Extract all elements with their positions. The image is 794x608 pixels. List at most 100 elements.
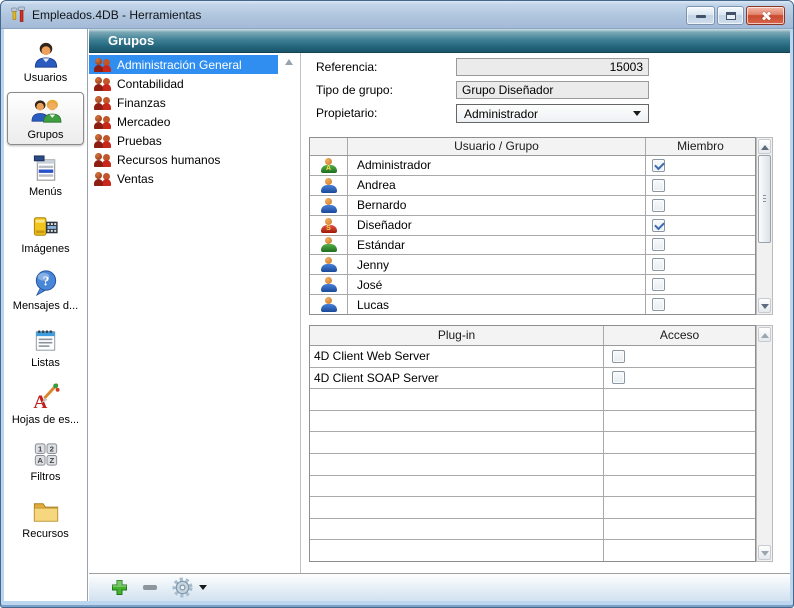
remove-group-button[interactable] bbox=[143, 585, 157, 590]
user-row[interactable]: Estándar bbox=[310, 236, 755, 256]
sidebar-item-imagenes[interactable]: Imágenes bbox=[7, 206, 84, 259]
scrollbar-thumb[interactable] bbox=[758, 155, 771, 243]
group-icon bbox=[94, 153, 111, 167]
member-checkbox[interactable] bbox=[652, 219, 665, 232]
sidebar-item-recursos[interactable]: Recursos bbox=[7, 491, 84, 544]
propietario-label: Propietario: bbox=[316, 106, 377, 120]
svg-text:1: 1 bbox=[38, 444, 43, 453]
settings-menu-button[interactable] bbox=[172, 577, 207, 598]
miembro-column-header: Miembro bbox=[646, 138, 755, 155]
maximize-icon bbox=[726, 12, 736, 20]
minus-icon bbox=[143, 585, 157, 590]
svg-text:A: A bbox=[37, 456, 43, 465]
scroll-up-icon[interactable] bbox=[283, 57, 295, 67]
svg-text:Z: Z bbox=[49, 456, 54, 465]
propietario-dropdown[interactable]: Administrador bbox=[456, 104, 649, 123]
titlebar[interactable]: Empleados.4DB - Herramientas bbox=[1, 1, 793, 29]
user-name: Diseñador bbox=[348, 216, 646, 235]
plugins-table-header: Plug-in Acceso bbox=[310, 326, 755, 346]
page-title: Grupos bbox=[89, 29, 790, 53]
group-label: Ventas bbox=[117, 172, 154, 186]
referencia-label: Referencia: bbox=[316, 60, 377, 74]
user-icon bbox=[320, 297, 338, 312]
bottom-toolbar bbox=[89, 573, 790, 601]
group-icon bbox=[94, 134, 111, 148]
user-name: Lucas bbox=[348, 295, 646, 314]
group-list: Administración General Contabilidad Fina… bbox=[89, 53, 301, 573]
member-checkbox[interactable] bbox=[652, 298, 665, 311]
app-icon bbox=[9, 6, 26, 23]
svg-text:?: ? bbox=[42, 273, 49, 288]
add-group-button[interactable] bbox=[111, 579, 128, 596]
tipo-de-grupo-label: Tipo de grupo: bbox=[316, 83, 393, 97]
group-list-item[interactable]: Administración General bbox=[89, 55, 278, 74]
user-row[interactable]: José bbox=[310, 275, 755, 295]
user-name: Estándar bbox=[348, 236, 646, 255]
app-window: Empleados.4DB - Herramientas Usuarios bbox=[0, 0, 794, 608]
user-icon bbox=[320, 277, 338, 292]
group-list-item[interactable]: Mercadeo bbox=[89, 112, 278, 131]
user-icon bbox=[320, 257, 338, 272]
member-checkbox[interactable] bbox=[652, 258, 665, 271]
plugin-row[interactable]: 4D Client Web Server bbox=[310, 346, 755, 368]
sidebar-item-label: Usuarios bbox=[24, 72, 67, 84]
user-row[interactable]: Bernardo bbox=[310, 196, 755, 216]
group-list-item[interactable]: Pruebas bbox=[89, 131, 278, 150]
sidebar-item-mensajes[interactable]: ? Mensajes d... bbox=[7, 263, 84, 316]
sidebar-item-label: Grupos bbox=[27, 129, 63, 141]
member-checkbox[interactable] bbox=[652, 199, 665, 212]
sidebar-item-grupos[interactable]: Grupos bbox=[7, 92, 84, 145]
minimize-button[interactable] bbox=[686, 6, 715, 25]
user-name: Jenny bbox=[348, 255, 646, 274]
plugin-row[interactable]: 4D Client SOAP Server bbox=[310, 368, 755, 390]
maximize-button[interactable] bbox=[717, 6, 744, 25]
main-panel: Grupos Administración General Contabilid… bbox=[89, 29, 790, 601]
sidebar-item-listas[interactable]: Listas bbox=[7, 320, 84, 373]
group-detail: Referencia: 15003 Tipo de grupo: Grupo D… bbox=[301, 53, 790, 573]
scroll-up-button[interactable] bbox=[758, 139, 771, 154]
member-checkbox[interactable] bbox=[652, 278, 665, 291]
member-checkbox[interactable] bbox=[652, 179, 665, 192]
group-label: Finanzas bbox=[117, 96, 166, 110]
close-button[interactable] bbox=[746, 6, 785, 25]
sidebar-item-usuarios[interactable]: Usuarios bbox=[7, 35, 84, 88]
minimize-icon bbox=[696, 15, 706, 18]
access-checkbox[interactable] bbox=[612, 371, 625, 384]
hojas-de-estilo-icon: A bbox=[29, 382, 63, 413]
group-list-item[interactable]: Finanzas bbox=[89, 93, 278, 112]
group-list-item[interactable]: Contabilidad bbox=[89, 74, 278, 93]
user-row[interactable]: Andrea bbox=[310, 176, 755, 196]
plugins-scrollbar[interactable] bbox=[756, 325, 773, 562]
group-icon bbox=[94, 172, 111, 186]
member-checkbox[interactable] bbox=[652, 238, 665, 251]
propietario-value: Administrador bbox=[464, 107, 538, 121]
users-scrollbar[interactable] bbox=[756, 137, 773, 315]
grupos-icon bbox=[28, 97, 64, 128]
chevron-down-icon bbox=[199, 585, 207, 590]
sidebar-item-menus[interactable]: Menús bbox=[7, 149, 84, 202]
user-row[interactable]: Diseñador bbox=[310, 216, 755, 236]
user-row[interactable]: Administrador bbox=[310, 156, 755, 176]
group-label: Contabilidad bbox=[117, 77, 184, 91]
sidebar: Usuarios Grupos bbox=[4, 29, 88, 601]
sidebar-item-filtros[interactable]: 12AZ Filtros bbox=[7, 434, 84, 487]
group-icon bbox=[94, 77, 111, 91]
sidebar-item-label: Menús bbox=[29, 186, 62, 198]
empty-row bbox=[310, 476, 755, 498]
member-checkbox[interactable] bbox=[652, 159, 665, 172]
imagenes-icon bbox=[29, 211, 63, 242]
user-icon bbox=[320, 198, 338, 213]
scroll-down-button[interactable] bbox=[758, 298, 771, 313]
group-list-item[interactable]: Ventas bbox=[89, 169, 278, 188]
scroll-down-button[interactable] bbox=[758, 545, 771, 560]
sidebar-item-hojas[interactable]: A Hojas de es... bbox=[7, 377, 84, 430]
user-name: Bernardo bbox=[348, 196, 646, 215]
user-row[interactable]: Jenny bbox=[310, 255, 755, 275]
scroll-up-button[interactable] bbox=[758, 327, 771, 342]
group-icon bbox=[94, 96, 111, 110]
user-row[interactable]: Lucas bbox=[310, 295, 755, 314]
access-checkbox[interactable] bbox=[612, 350, 625, 363]
usuario-grupo-column-header: Usuario / Grupo bbox=[348, 138, 646, 155]
group-list-item[interactable]: Recursos humanos bbox=[89, 150, 278, 169]
plugin-column-header: Plug-in bbox=[310, 326, 604, 345]
